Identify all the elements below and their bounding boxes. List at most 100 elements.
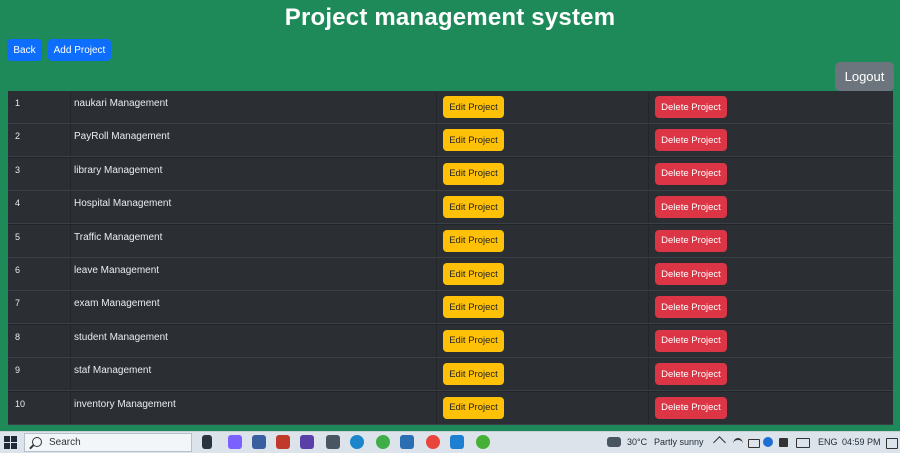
- table-row: 6 leave Management Edit Project Delete Proj…: [8, 258, 893, 291]
- row-number: 8: [15, 331, 21, 342]
- vscode-icon[interactable]: [450, 435, 464, 449]
- table-row: 1 naukari Management Edit Project Delete Pr…: [8, 91, 893, 124]
- row-number: 3: [15, 164, 21, 175]
- row-number: 2: [15, 131, 21, 142]
- edit-project-button[interactable]: Edit Project: [443, 96, 504, 118]
- edit-project-button[interactable]: Edit Project: [443, 329, 504, 352]
- project-name: naukari Management: [74, 98, 168, 109]
- app-tray-icon[interactable]: [763, 437, 773, 447]
- row-number-cell: 7: [8, 291, 70, 324]
- battery-icon[interactable]: [748, 439, 760, 448]
- edit-project-button[interactable]: Edit Project: [443, 263, 504, 285]
- row-number-cell: 2: [8, 124, 70, 157]
- projects-table: 1 naukari Management Edit Project Delete Pr…: [8, 91, 893, 425]
- row-number-cell: 8: [8, 324, 70, 357]
- delete-project-button[interactable]: Delete Project: [655, 229, 727, 252]
- chevron-up-icon[interactable]: [713, 436, 726, 449]
- delete-project-button[interactable]: Delete Project: [655, 129, 727, 152]
- app-icon[interactable]: [400, 435, 414, 449]
- edit-cell: Edit Project: [436, 324, 649, 357]
- row-number: 10: [15, 398, 26, 409]
- edit-project-button[interactable]: Edit Project: [443, 129, 504, 152]
- project-name: staf Management: [74, 365, 152, 377]
- delete-project-button[interactable]: Delete Project: [655, 363, 727, 386]
- delete-project-button[interactable]: Delete Project: [655, 196, 727, 219]
- table-row: 5 Traffic Management Edit Project Delete Pr…: [8, 224, 893, 258]
- edge-icon[interactable]: [350, 435, 364, 449]
- project-name-cell: naukari Management: [70, 91, 437, 123]
- edit-project-button[interactable]: Edit Project: [443, 363, 504, 386]
- taskbar: Search 30°C Partly sunny ENG 04:59 PM: [0, 431, 900, 453]
- delete-cell: Delete Project: [648, 258, 893, 290]
- edit-project-button[interactable]: Edit Project: [443, 162, 504, 185]
- row-number-cell: 10: [8, 391, 70, 424]
- app-icon[interactable]: [476, 435, 490, 449]
- keyboard-icon[interactable]: [796, 438, 810, 448]
- back-button[interactable]: Back: [7, 39, 42, 61]
- project-name: Hospital Management: [74, 198, 172, 210]
- project-name-cell: PayRoll Management: [70, 124, 437, 157]
- logout-button[interactable]: Logout: [835, 62, 894, 91]
- delete-project-button[interactable]: Delete Project: [655, 396, 727, 419]
- edit-project-button[interactable]: Edit Project: [443, 296, 504, 319]
- add-project-button[interactable]: Add Project: [48, 39, 111, 61]
- row-number: 4: [15, 198, 21, 209]
- edit-cell: Edit Project: [436, 91, 649, 123]
- delete-project-button[interactable]: Delete Project: [655, 263, 727, 285]
- weather-icon[interactable]: [607, 437, 621, 447]
- row-number: 1: [15, 98, 21, 108]
- edit-cell: Edit Project: [436, 191, 649, 224]
- project-name-cell: library Management: [70, 157, 437, 190]
- edit-project-button[interactable]: Edit Project: [443, 196, 504, 219]
- table-row: 7 exam Management Edit Project Delete Proje…: [8, 291, 893, 325]
- edit-cell: Edit Project: [436, 124, 649, 157]
- delete-project-button[interactable]: Delete Project: [655, 162, 727, 185]
- weather-temperature: 30°C: [627, 437, 648, 447]
- delete-cell: Delete Project: [648, 224, 893, 257]
- table-row: 3 library Management Edit Project Delete Pr…: [8, 157, 893, 191]
- table-row: 4 Hospital Management Edit Project Delete P…: [8, 191, 893, 225]
- taskbar-search[interactable]: Search: [24, 433, 192, 452]
- delete-cell: Delete Project: [648, 157, 893, 190]
- edit-project-button[interactable]: Edit Project: [443, 396, 504, 419]
- app-icon[interactable]: [276, 435, 290, 449]
- project-name-cell: leave Management: [70, 258, 437, 290]
- delete-cell: Delete Project: [648, 191, 893, 224]
- notification-icon[interactable]: [886, 438, 898, 449]
- app-icon[interactable]: [376, 435, 390, 449]
- delete-cell: Delete Project: [648, 291, 893, 324]
- table-row: 8 student Management Edit Project Delete Pr…: [8, 324, 893, 358]
- edit-project-button[interactable]: Edit Project: [443, 229, 504, 252]
- row-number: 9: [15, 365, 21, 376]
- delete-project-button[interactable]: Delete Project: [655, 296, 727, 319]
- delete-project-button[interactable]: Delete Project: [655, 96, 727, 118]
- project-name-cell: Hospital Management: [70, 191, 437, 224]
- camera-icon[interactable]: [326, 435, 340, 449]
- row-number-cell: 5: [8, 224, 70, 257]
- row-number-cell: 6: [8, 258, 70, 290]
- chrome-icon[interactable]: [426, 435, 440, 449]
- task-view-icon[interactable]: [202, 435, 212, 449]
- project-name: Traffic Management: [74, 231, 163, 243]
- edit-cell: Edit Project: [436, 358, 649, 391]
- project-name: student Management: [74, 331, 168, 343]
- table-row: 2 PayRoll Management Edit Project Delete Pr…: [8, 124, 893, 158]
- windows-start-icon[interactable]: [4, 436, 17, 449]
- row-number: 7: [15, 298, 21, 309]
- wifi-icon[interactable]: [733, 438, 743, 450]
- project-name-cell: inventory Management: [70, 391, 437, 424]
- row-number: 6: [15, 265, 21, 275]
- row-number: 5: [15, 231, 21, 242]
- clock[interactable]: 04:59 PM: [842, 437, 881, 447]
- app-icon[interactable]: [252, 435, 266, 449]
- app-icon[interactable]: [300, 435, 314, 449]
- search-icon: [32, 437, 42, 447]
- table-row: 9 staf Management Edit Project Delete Proje…: [8, 358, 893, 392]
- search-placeholder: Search: [49, 437, 81, 448]
- page-title: Project management system: [284, 4, 616, 31]
- copilot-icon[interactable]: [228, 435, 242, 449]
- delete-project-button[interactable]: Delete Project: [655, 329, 727, 352]
- language-indicator[interactable]: ENG: [818, 437, 838, 447]
- edit-cell: Edit Project: [436, 258, 649, 290]
- speaker-icon[interactable]: [779, 438, 788, 447]
